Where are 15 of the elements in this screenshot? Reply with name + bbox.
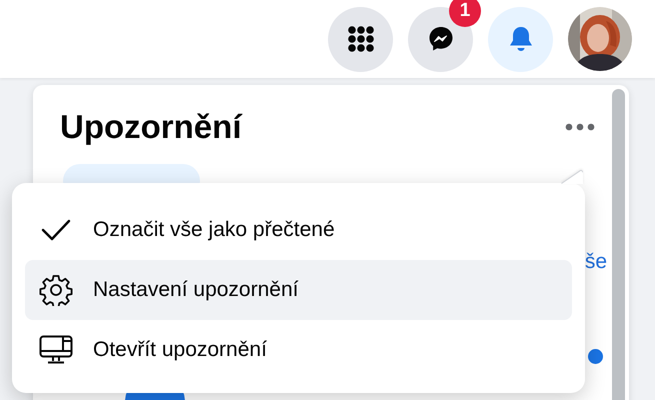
- notification-badge: 1: [449, 0, 481, 26]
- panel-title: Upozornění: [60, 107, 242, 147]
- bell-icon: [508, 25, 534, 53]
- menu-item[interactable]: Otevřít upozornění: [25, 320, 572, 380]
- scrollbar[interactable]: [612, 89, 625, 400]
- unread-dot: [588, 349, 603, 364]
- menu-item[interactable]: Označit vše jako přečtené: [25, 200, 572, 260]
- see-all-link[interactable]: še: [584, 249, 607, 275]
- messenger-icon: [426, 25, 454, 53]
- grid-icon: [348, 26, 374, 52]
- monitor-icon: [39, 335, 73, 365]
- menu-item[interactable]: Nastavení upozornění: [25, 260, 572, 320]
- more-icon[interactable]: [565, 123, 595, 131]
- check-icon: [39, 219, 73, 241]
- settings-icon: [39, 274, 73, 306]
